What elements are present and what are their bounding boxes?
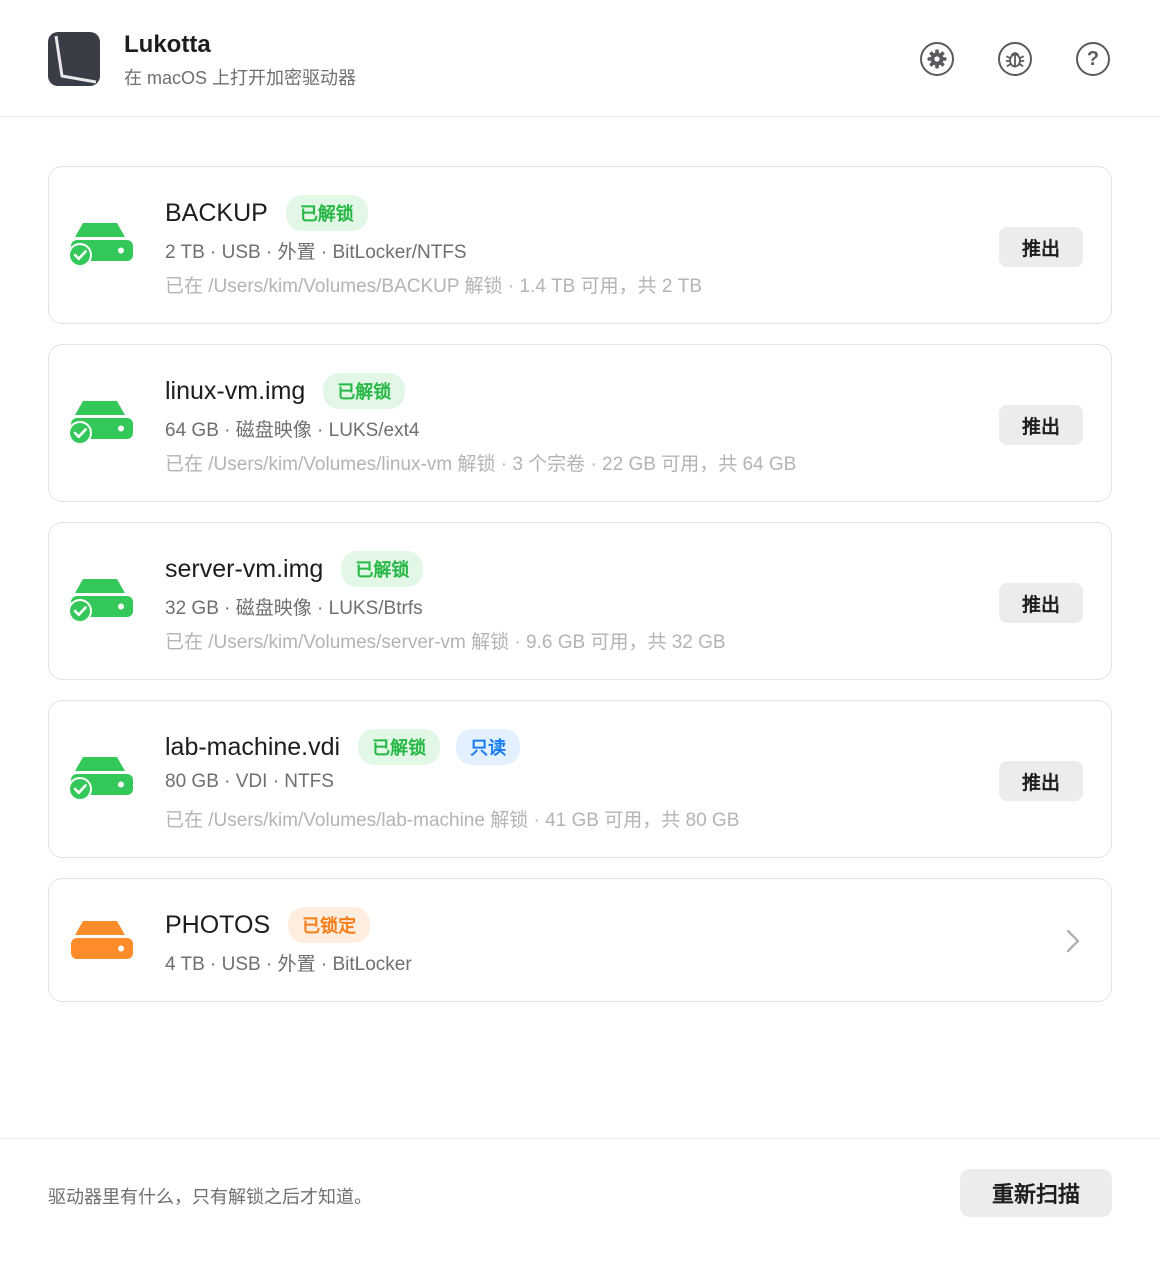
footer-hint: 驱动器里有什么，只有解锁之后才知道。 <box>48 1187 372 1207</box>
settings-icon <box>927 49 947 69</box>
footer: 驱动器里有什么，只有解锁之后才知道。 重新扫描 <box>0 1138 1160 1264</box>
drive-name: linux-vm.img <box>165 376 306 405</box>
app-subtitle: 在 macOS 上打开加密驱动器 <box>124 68 357 88</box>
drive-icon <box>71 921 133 959</box>
drive-name-row: PHOTOS 已锁定 <box>165 907 386 943</box>
eject-button[interactable]: 推出 <box>999 405 1083 445</box>
status-badge: 已解锁 <box>341 551 424 587</box>
drive-name-row: linux-vm.img 已解锁 <box>165 373 421 409</box>
help-button[interactable]: ? <box>1076 42 1110 76</box>
drive-meta: 2 TB · USB · 外置 · BitLocker/NTFS <box>165 242 467 263</box>
drive-card: BACKUP 已解锁 2 TB · USB · 外置 · BitLocker/NTF… <box>48 166 1112 324</box>
bug-icon <box>1005 52 1025 68</box>
chevron-right-icon[interactable] <box>1065 927 1081 955</box>
status-badge: 已解锁 <box>285 195 368 231</box>
drive-mount-info: 已在 /Users/kim/Volumes/BACKUP 解锁 · 1.4 TB… <box>165 276 703 297</box>
debug-button[interactable] <box>998 42 1032 76</box>
app-name: Lukotta <box>124 31 211 58</box>
rescan-button[interactable]: 重新扫描 <box>960 1169 1112 1217</box>
status-badge: 已解锁 <box>358 729 441 765</box>
drive-name: PHOTOS <box>165 910 271 939</box>
drive-name-row: lab-machine.vdi 已解锁 只读 <box>165 729 536 765</box>
drive-meta: 32 GB · 磁盘映像 · LUKS/Btrfs <box>165 598 423 619</box>
drive-name: lab-machine.vdi <box>165 732 341 761</box>
app-header: Lukotta 在 macOS 上打开加密驱动器 ? <box>0 0 1160 117</box>
help-icon: ? <box>1086 48 1100 70</box>
eject-button[interactable]: 推出 <box>999 583 1083 623</box>
drive-card: lab-machine.vdi 已解锁 只读 80 GB · VDI · NTFS 已在… <box>48 700 1112 858</box>
drive-meta: 4 TB · USB · 外置 · BitLocker <box>165 954 412 975</box>
eject-button[interactable]: 推出 <box>999 761 1083 801</box>
drive-icon <box>68 401 133 445</box>
drive-meta: 64 GB · 磁盘映像 · LUKS/ext4 <box>165 420 420 441</box>
drive-mount-info: 已在 /Users/kim/Volumes/server-vm 解锁 · 9.6… <box>165 632 726 653</box>
drive-icon <box>68 223 133 267</box>
drive-card: linux-vm.img 已解锁 64 GB · 磁盘映像 · LUKS/ext4 已… <box>48 344 1112 502</box>
drive-card[interactable]: PHOTOS 已锁定 4 TB · USB · 外置 · BitLocker <box>48 878 1112 1002</box>
status-badge: 已锁定 <box>288 907 371 943</box>
drive-name-row: server-vm.img 已解锁 <box>165 551 439 587</box>
drive-mount-info: 已在 /Users/kim/Volumes/lab-machine 解锁 · 4… <box>165 810 740 831</box>
status-badge: 只读 <box>456 729 521 765</box>
drive-mount-info: 已在 /Users/kim/Volumes/linux-vm 解锁 · 3 个宗… <box>165 454 797 475</box>
eject-button[interactable]: 推出 <box>999 227 1083 267</box>
app-logo <box>48 32 100 86</box>
settings-button[interactable] <box>920 42 954 76</box>
drive-icon <box>68 579 133 623</box>
drive-meta: 80 GB · VDI · NTFS <box>165 771 334 792</box>
drive-name-row: BACKUP 已解锁 <box>165 195 384 231</box>
drive-name: server-vm.img <box>165 554 324 583</box>
drive-icon <box>68 757 133 801</box>
status-badge: 已解锁 <box>323 373 406 409</box>
drive-card: server-vm.img 已解锁 32 GB · 磁盘映像 · LUKS/Btrf… <box>48 522 1112 680</box>
drive-name: BACKUP <box>165 198 268 227</box>
